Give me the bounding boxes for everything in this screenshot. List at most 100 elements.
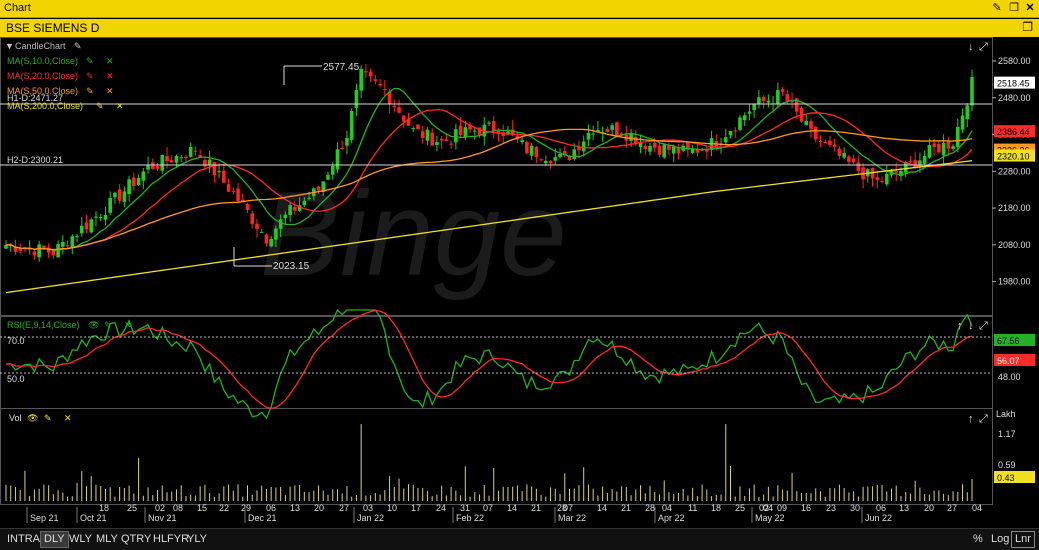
price-panel-maximize-icon[interactable]: ⤢ <box>979 41 988 53</box>
timeframe-button[interactable]: INTRA <box>4 532 43 547</box>
timeframe-button[interactable]: DLY <box>40 531 69 548</box>
candle-body <box>472 130 477 132</box>
candle-body <box>908 160 913 162</box>
overlay-edit-icon[interactable]: ✎ <box>86 56 94 66</box>
candle-body <box>605 128 610 133</box>
overlay-delete-icon[interactable]: ✕ <box>106 86 114 96</box>
timeframe-button[interactable]: YLY <box>184 532 210 547</box>
volume-label[interactable]: Vol <box>9 413 22 423</box>
date-axis-label: 21 <box>531 503 541 513</box>
volume-panel-maximize-icon[interactable]: ⤢ <box>979 413 988 425</box>
rsi-panel-move-up-icon[interactable]: ↑ <box>957 320 963 332</box>
ma20-badge: 2386.44 <box>997 127 1030 137</box>
volume-visibility-icon[interactable]: 👁 <box>27 413 38 423</box>
candle-body <box>392 106 397 108</box>
overlay-legend-label[interactable]: CandleChart <box>15 41 66 51</box>
timeframe-button[interactable]: MLY <box>93 532 121 547</box>
candle-body <box>884 173 889 185</box>
candle-body <box>757 97 761 105</box>
candle-body <box>420 131 425 138</box>
date-axis-label: Apr 22 <box>658 513 685 523</box>
price-axis-label: 2480.00 <box>998 93 1031 103</box>
price-axis-label: 2080.00 <box>998 240 1031 250</box>
rsi-panel-move-down-icon[interactable]: ↓ <box>968 320 974 332</box>
candle-body <box>449 143 453 145</box>
overlay-delete-icon[interactable]: ✕ <box>106 56 114 66</box>
date-axis-label: 20 <box>924 503 934 513</box>
candle-body <box>288 205 292 215</box>
candle-body <box>127 179 131 195</box>
candle-body <box>534 146 539 157</box>
overlay-delete-icon[interactable]: ✕ <box>106 71 114 81</box>
rsi-signal-badge: 56.07 <box>997 356 1020 366</box>
date-axis-label: 06 <box>266 503 276 513</box>
candle-body <box>785 94 790 101</box>
date-axis-label: 04 <box>662 503 672 513</box>
overlay-edit-icon[interactable]: ✎ <box>74 41 82 51</box>
volume-edit-icon[interactable]: ✎ <box>44 413 52 423</box>
date-axis-label: 07 <box>563 503 573 513</box>
rsi-delete-icon[interactable]: ✕ <box>124 320 132 330</box>
timeframe-button[interactable]: WLY <box>66 532 95 547</box>
overlay-legend-label[interactable]: MA(S,50.0,Close) <box>7 86 78 96</box>
rsi-label[interactable]: RSI(E,9,14,Close) <box>7 320 80 330</box>
rsi-edit-icon[interactable]: ✎ <box>104 320 112 330</box>
date-axis[interactable]: Sep 2118Oct 2125 02Nov 2108 15 22 29Dec 2106… <box>26 503 982 523</box>
symbol-name[interactable]: BSE SIEMENS D <box>6 21 99 35</box>
candle-body <box>520 140 524 143</box>
candle-body <box>117 189 122 201</box>
candle-body <box>648 145 652 152</box>
candle-body <box>122 191 127 202</box>
candle-body <box>293 206 297 211</box>
chart-area[interactable]: Binge H1-D:2471.27 H2-D:2300.21 2577.45 … <box>0 37 1039 525</box>
pin-icon[interactable]: ✎ <box>990 1 1004 15</box>
date-axis-label: 03 <box>363 503 373 513</box>
date-axis-label: 20 <box>314 503 324 513</box>
price-axis-label: 2180.00 <box>998 203 1031 213</box>
rsi-visibility-icon[interactable]: 👁 <box>88 320 99 330</box>
candle-body <box>283 214 288 219</box>
close-icon[interactable]: ✕ <box>1023 1 1037 15</box>
timeframe-button[interactable]: QTRY <box>118 532 154 547</box>
candle-body <box>610 125 614 130</box>
overlay-edit-icon[interactable]: ✎ <box>96 101 104 111</box>
candle-body <box>558 154 562 157</box>
overlay-legend-label[interactable]: MA(S,20.0,Close) <box>7 71 78 81</box>
date-axis-label: 28 <box>645 503 655 513</box>
volume-delete-icon[interactable]: ✕ <box>64 413 72 423</box>
candle-body <box>842 153 846 158</box>
maximize-chart-icon[interactable]: ❐ <box>1022 20 1033 34</box>
scale-linear-button[interactable]: Lnr <box>1011 531 1035 548</box>
scale-log-button[interactable]: Log <box>988 532 1012 547</box>
overlay-edit-icon[interactable]: ✎ <box>86 86 94 96</box>
candle-body <box>544 160 548 164</box>
volume-panel-move-up-icon[interactable]: ↑ <box>968 413 974 425</box>
candle-body <box>113 192 117 198</box>
overlay-legend: CandleChart ✎MA(S,10.0,Close) ✎ ✕MA(S,20.0,… <box>7 41 124 111</box>
collapse-arrow-icon[interactable]: ▼ <box>5 41 14 51</box>
date-axis-label: 23 <box>826 503 836 513</box>
candle-body <box>761 96 766 102</box>
candle-body <box>818 140 823 142</box>
restore-icon[interactable]: ❐ <box>1007 1 1021 15</box>
date-axis-label: 13 <box>290 503 300 513</box>
date-axis-label: Oct 21 <box>80 513 107 523</box>
candle-body <box>160 154 165 171</box>
overlay-legend-label[interactable]: MA(S,200.0,Close) <box>7 101 83 111</box>
price-panel-move-down-icon[interactable]: ↓ <box>968 41 974 53</box>
date-axis-label: 11 <box>688 503 697 513</box>
overlay-edit-icon[interactable]: ✎ <box>86 71 94 81</box>
candle-body <box>766 100 771 103</box>
overlay-legend-label[interactable]: MA(S,10.0,Close) <box>7 56 78 66</box>
scale-percent-button[interactable]: % <box>970 532 986 547</box>
overlay-delete-icon[interactable]: ✕ <box>116 101 124 111</box>
candle-body <box>84 222 89 230</box>
rsi-panel-maximize-icon[interactable]: ⤢ <box>979 320 988 332</box>
candle-body <box>425 129 430 141</box>
window-title: Chart <box>4 2 31 14</box>
price-axis-label: 2280.00 <box>998 166 1031 176</box>
candle-body <box>94 216 98 218</box>
volume-axis-label: 1.17 <box>998 429 1016 439</box>
date-axis-label: Nov 21 <box>148 513 177 523</box>
candle-body <box>401 115 406 122</box>
